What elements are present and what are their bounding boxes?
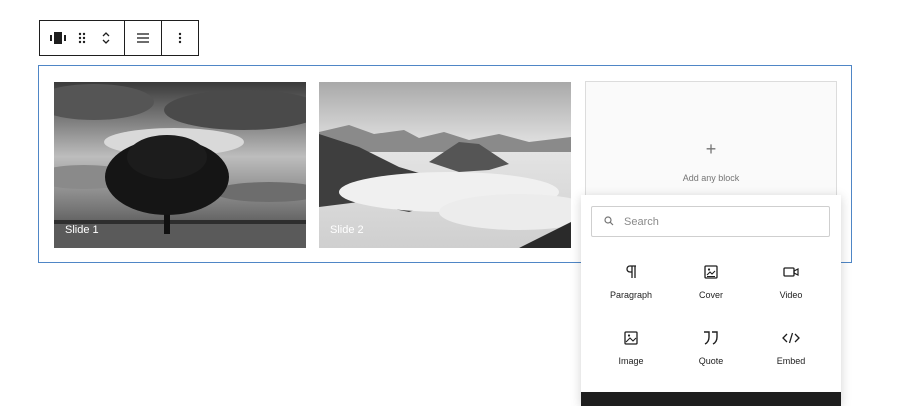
options-group bbox=[161, 21, 198, 55]
video-icon bbox=[783, 263, 799, 281]
block-label: Image bbox=[618, 356, 644, 366]
block-label: Quote bbox=[698, 356, 724, 366]
block-item-video[interactable]: Video bbox=[751, 255, 831, 321]
block-label: Cover bbox=[698, 290, 723, 300]
slide-2[interactable]: Slide 2 bbox=[319, 82, 571, 248]
align-icon[interactable] bbox=[131, 26, 155, 50]
block-label: Video bbox=[779, 290, 803, 300]
block-item-cover[interactable]: Cover bbox=[671, 255, 751, 321]
move-up-down-icon[interactable] bbox=[94, 26, 118, 50]
block-item-embed[interactable]: Embed bbox=[751, 321, 831, 387]
block-switcher-group bbox=[40, 21, 124, 55]
plus-icon[interactable]: + bbox=[586, 140, 836, 158]
search-icon bbox=[604, 213, 614, 231]
block-item-paragraph[interactable]: Paragraph bbox=[591, 255, 671, 321]
image-icon bbox=[624, 329, 638, 347]
cover-icon bbox=[704, 263, 718, 281]
block-item-quote[interactable]: Quote bbox=[671, 321, 751, 387]
carousel-block-icon[interactable] bbox=[46, 26, 70, 50]
add-block-prompt: Add any block bbox=[682, 173, 740, 183]
align-group bbox=[124, 21, 161, 55]
block-inserter-popover: Paragraph Cover Video bbox=[581, 195, 841, 406]
slide-label: Slide 1 bbox=[65, 224, 99, 236]
block-item-image[interactable]: Image bbox=[591, 321, 671, 387]
search-input[interactable] bbox=[622, 214, 806, 229]
browse-all-bar[interactable] bbox=[581, 392, 841, 406]
block-label: Embed bbox=[776, 356, 806, 366]
search-field[interactable] bbox=[591, 206, 830, 237]
quote-icon bbox=[703, 329, 719, 347]
block-toolbar bbox=[39, 20, 199, 56]
block-grid: Paragraph Cover Video Image Quote Embed bbox=[591, 255, 831, 387]
drag-handle-icon[interactable] bbox=[70, 26, 94, 50]
block-label: Paragraph bbox=[609, 290, 653, 300]
paragraph-icon bbox=[625, 263, 637, 281]
slide-1[interactable]: Slide 1 bbox=[54, 82, 306, 248]
more-options-icon[interactable] bbox=[168, 26, 192, 50]
embed-icon bbox=[782, 329, 800, 347]
slide-label: Slide 2 bbox=[330, 224, 364, 236]
